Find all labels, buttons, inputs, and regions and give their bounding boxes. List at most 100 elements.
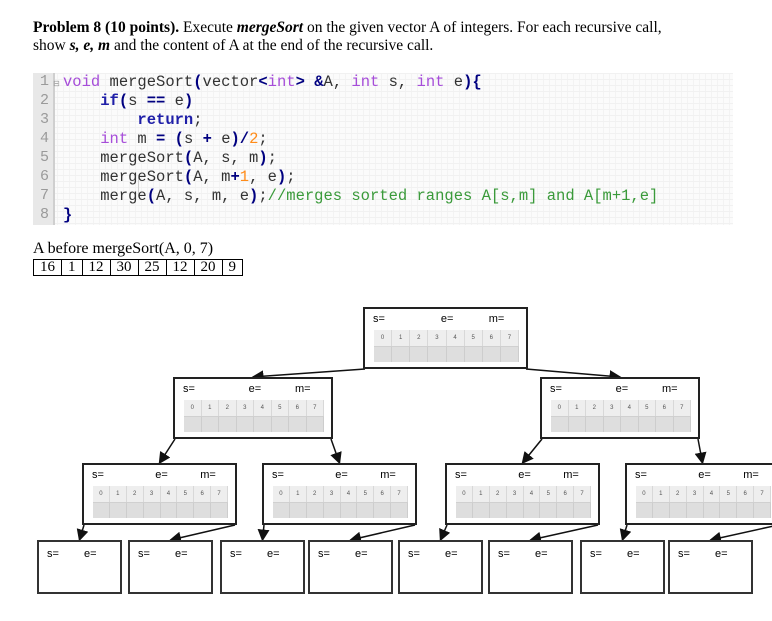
value-cell[interactable] — [652, 502, 670, 518]
value-cell[interactable] — [540, 502, 558, 518]
leaf-node: s= e= — [37, 540, 122, 594]
tree-edge-arrow — [529, 524, 599, 544]
value-cell[interactable] — [456, 502, 473, 518]
value-cell[interactable] — [236, 416, 254, 432]
index-header: 1 — [289, 486, 307, 502]
level2-node: s= e= m= 0 1 2 3 4 5 6 7 — [625, 463, 772, 525]
value-cell[interactable] — [523, 502, 541, 518]
value-cell[interactable] — [194, 502, 212, 518]
value-cell[interactable] — [254, 416, 272, 432]
array-grid: 01234567 — [93, 486, 228, 518]
value-cell[interactable] — [551, 416, 569, 432]
value-cell[interactable] — [737, 502, 755, 518]
index-header: 4 — [703, 486, 721, 502]
value-cell[interactable] — [219, 416, 237, 432]
value-cell[interactable] — [673, 416, 691, 432]
leaf-node: s= e= — [398, 540, 483, 594]
value-cell[interactable] — [143, 502, 161, 518]
tree-edge-arrow — [330, 438, 342, 465]
value-cell[interactable] — [201, 416, 219, 432]
value-cell[interactable] — [273, 502, 290, 518]
value-cell[interactable] — [638, 416, 656, 432]
e-label: e= — [84, 548, 97, 560]
leaf-node: s= e= — [128, 540, 213, 594]
value-cell[interactable] — [374, 346, 393, 362]
value-cell[interactable] — [126, 502, 144, 518]
s-label: s= — [138, 548, 150, 560]
value-cell[interactable] — [323, 502, 341, 518]
value-cell[interactable] — [586, 416, 604, 432]
index-header: 0 — [456, 486, 473, 502]
s-label: s= — [373, 313, 385, 325]
value-cell[interactable] — [506, 502, 524, 518]
value-cell[interactable] — [289, 502, 307, 518]
value-cell[interactable] — [177, 502, 195, 518]
value-cell[interactable] — [306, 502, 324, 518]
value-cell[interactable] — [357, 502, 375, 518]
value-cell[interactable] — [340, 502, 358, 518]
level1-node: s= e= m= 0 1 2 3 4 5 6 7 — [540, 377, 700, 439]
value-cell[interactable] — [472, 502, 490, 518]
value-cell[interactable] — [621, 416, 639, 432]
tree-edge-arrow — [349, 524, 416, 544]
index-header: 6 — [374, 486, 392, 502]
index-header: 6 — [557, 486, 575, 502]
level1-node: s= e= m= 0 1 2 3 4 5 6 7 — [173, 377, 333, 439]
value-cell[interactable] — [428, 346, 447, 362]
index-header: 7 — [754, 486, 771, 502]
value-cell[interactable] — [703, 502, 721, 518]
value-cell[interactable] — [568, 416, 586, 432]
value-cell[interactable] — [306, 416, 324, 432]
index-header: 4 — [340, 486, 358, 502]
tree-edge-arrow — [694, 438, 707, 465]
value-cell[interactable] — [603, 416, 621, 432]
s-label: s= — [455, 469, 467, 481]
index-header: 5 — [638, 400, 656, 416]
value-cell[interactable] — [636, 502, 653, 518]
array-grid: 01234567 — [456, 486, 591, 518]
index-header: 0 — [551, 400, 569, 416]
value-cell[interactable] — [669, 502, 687, 518]
index-header: 5 — [177, 486, 195, 502]
index-header: 3 — [686, 486, 704, 502]
value-cell[interactable] — [109, 502, 127, 518]
e-label: e= — [335, 469, 348, 481]
value-cell[interactable] — [93, 502, 110, 518]
value-cell[interactable] — [374, 502, 392, 518]
value-cell[interactable] — [410, 346, 429, 362]
value-cell[interactable] — [500, 346, 519, 362]
index-header: 7 — [211, 486, 228, 502]
m-label: m= — [662, 383, 678, 395]
value-cell[interactable] — [271, 416, 289, 432]
e-label: e= — [715, 548, 728, 560]
value-cell[interactable] — [686, 502, 704, 518]
value-cell[interactable] — [446, 346, 465, 362]
value-cell[interactable] — [720, 502, 738, 518]
s-label: s= — [550, 383, 562, 395]
value-cell[interactable] — [754, 502, 771, 518]
value-cell[interactable] — [184, 416, 202, 432]
value-cell[interactable] — [489, 502, 507, 518]
value-cell[interactable] — [289, 416, 307, 432]
array-grid: 01234567 — [551, 400, 691, 432]
tree-edge-arrow — [251, 368, 366, 383]
e-label: e= — [355, 548, 368, 560]
value-cell[interactable] — [211, 502, 228, 518]
value-cell[interactable] — [482, 346, 501, 362]
index-header: 3 — [143, 486, 161, 502]
value-cell[interactable] — [656, 416, 674, 432]
value-cell[interactable] — [557, 502, 575, 518]
value-cell[interactable] — [160, 502, 178, 518]
index-header: 3 — [236, 400, 254, 416]
leaf-node: s= e= — [580, 540, 665, 594]
index-header: 0 — [93, 486, 110, 502]
value-cell[interactable] — [574, 502, 591, 518]
index-header: 2 — [586, 400, 604, 416]
tree-edge-arrow — [76, 524, 89, 542]
leaf-node: s= e= — [220, 540, 305, 594]
value-cell[interactable] — [464, 346, 483, 362]
value-cell[interactable] — [392, 346, 411, 362]
index-header: 0 — [374, 330, 393, 346]
value-cell[interactable] — [391, 502, 408, 518]
index-header: 4 — [621, 400, 639, 416]
